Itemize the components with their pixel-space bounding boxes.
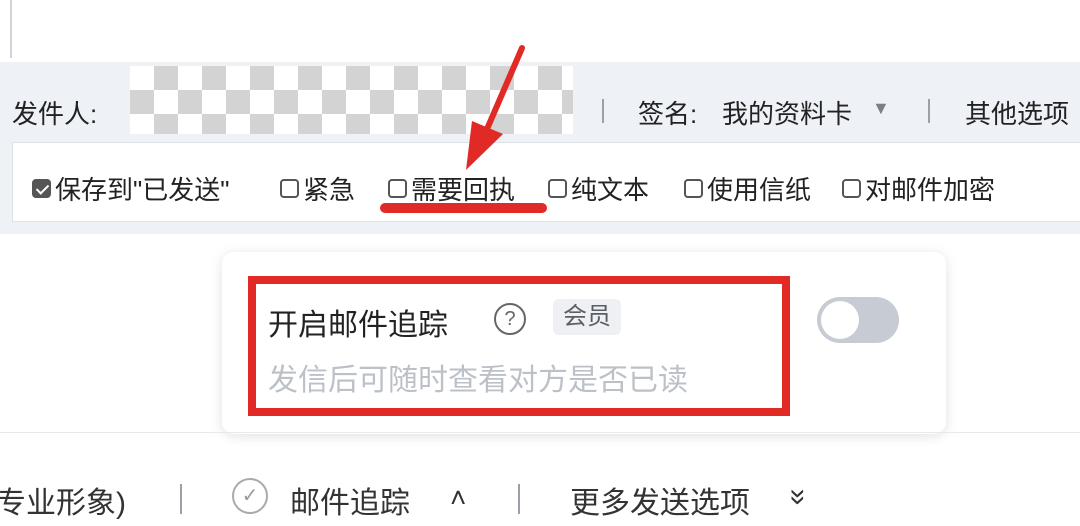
tracking-description: 发信后可随时查看对方是否已读 (268, 364, 688, 397)
divider (518, 484, 520, 514)
more-send-options-button[interactable]: 更多发送选项 (570, 478, 750, 522)
divider (180, 484, 182, 514)
chevron-up-icon[interactable]: ˄ (450, 482, 466, 514)
mail-tracking-button[interactable]: 邮件追踪 (290, 478, 410, 522)
tracking-toggle[interactable] (817, 297, 899, 343)
tracking-title: 开启邮件追踪 (268, 309, 448, 342)
member-badge: 会员 (553, 299, 621, 335)
toggle-knob (821, 301, 859, 339)
help-icon[interactable]: ? (494, 303, 526, 335)
truncated-option-text[interactable]: 专业形象) (0, 478, 126, 522)
check-circle-icon[interactable]: ✓ (232, 478, 268, 514)
double-chevron-down-icon[interactable]: » (781, 489, 815, 506)
divider (0, 432, 1080, 433)
